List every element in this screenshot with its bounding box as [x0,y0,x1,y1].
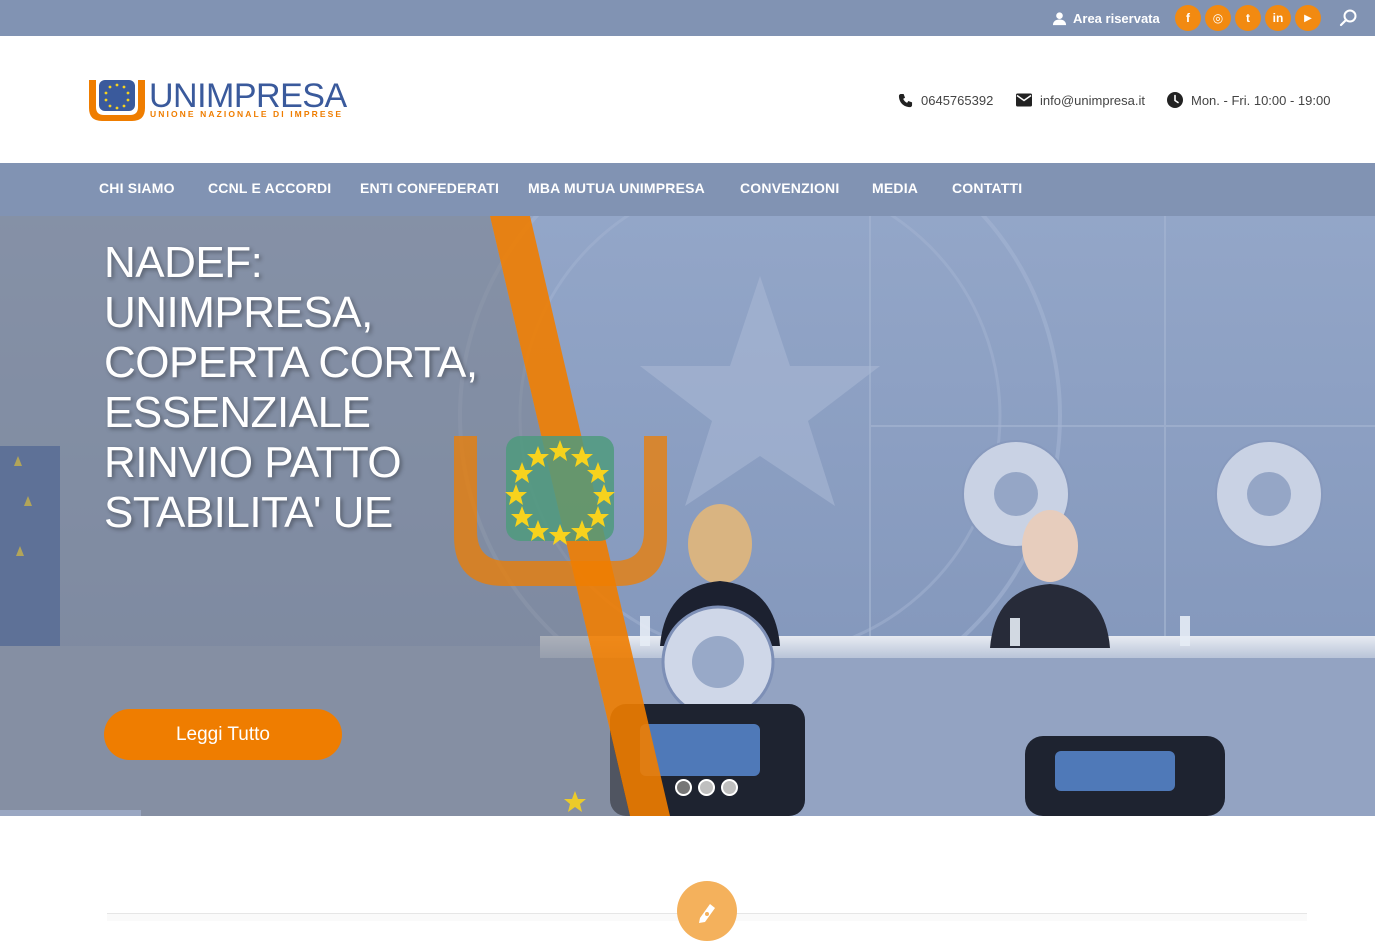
facebook-icon[interactable]: f [1175,5,1201,31]
nav-media[interactable]: MEDIA [872,180,918,196]
pen-icon-badge [677,881,737,941]
slider-dot-2[interactable] [698,779,715,796]
youtube-icon[interactable]: ▶ [1295,5,1321,31]
nav-chi-siamo[interactable]: CHI SIAMO [99,180,175,196]
search-icon[interactable] [1338,8,1358,28]
slider-dot-3[interactable] [721,779,738,796]
hero-title: NADEF: UNIMPRESA, COPERTA CORTA, ESSENZI… [104,238,478,537]
logo-tagline: UNIONE NAZIONALE DI IMPRESE [150,109,343,119]
clock-icon [1167,92,1183,108]
top-bar: Area riservata f ◎ t in ▶ [0,0,1375,36]
nav-ccnl-accordi[interactable]: CCNL E ACCORDI [208,180,331,196]
nav-contatti[interactable]: CONTATTI [952,180,1022,196]
instagram-icon[interactable]: ◎ [1205,5,1231,31]
phone-contact[interactable]: 0645765392 [898,90,993,110]
linkedin-icon[interactable]: in [1265,5,1291,31]
phone-number: 0645765392 [921,92,994,108]
slider-dot-1[interactable] [675,779,692,796]
twitter-icon[interactable]: t [1235,5,1261,31]
main-nav: CHI SIAMO CCNL E ACCORDI ENTI CONFEDERAT… [0,163,1375,216]
user-icon [1052,11,1067,25]
area-riservata-link[interactable]: Area riservata [1052,9,1160,27]
nav-mba-mutua[interactable]: MBA MUTUA UNIMPRESA [528,180,705,196]
nav-enti-confederati[interactable]: ENTI CONFEDERATI [360,180,499,196]
email-address: info@unimpresa.it [1040,92,1145,108]
phone-icon [898,93,913,107]
mail-icon [1016,93,1032,107]
nav-convenzioni[interactable]: CONVENZIONI [740,180,839,196]
email-contact[interactable]: info@unimpresa.it [1016,90,1145,110]
area-riservata-label: Area riservata [1073,10,1160,26]
leggi-tutto-button[interactable]: Leggi Tutto [104,709,342,760]
slide-progress-bar [0,810,141,816]
unimpresa-logo[interactable]: UNIMPRESA UNIONE NAZIONALE DI IMPRESE [87,78,387,123]
hours-info: Mon. - Fri. 10:00 - 19:00 [1167,90,1330,110]
pen-icon [699,904,715,923]
opening-hours: Mon. - Fri. 10:00 - 19:00 [1191,92,1331,108]
